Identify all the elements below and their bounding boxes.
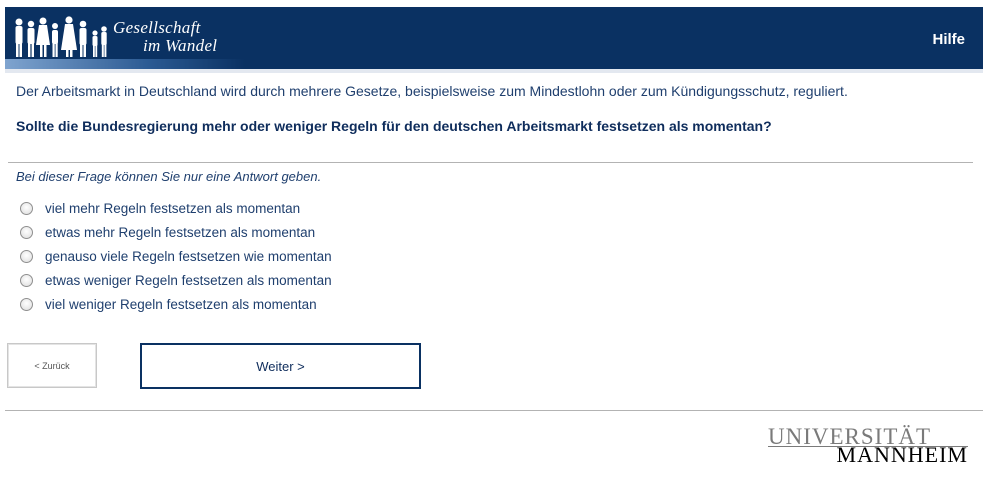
logo-text: Gesellschaft im Wandel — [113, 19, 217, 55]
footer-divider — [5, 410, 983, 411]
university-logo: UNIVERSITÄT MANNHEIM — [768, 424, 968, 468]
divider — [8, 162, 973, 163]
answer-option-label: viel weniger Regeln festsetzen als momen… — [45, 296, 317, 312]
answer-option-label: etwas weniger Regeln festsetzen als mome… — [45, 272, 332, 288]
answer-hint: Bei dieser Frage können Sie nur eine Ant… — [16, 169, 322, 184]
answer-option[interactable]: viel weniger Regeln festsetzen als momen… — [18, 292, 332, 316]
answer-option[interactable]: etwas mehr Regeln festsetzen als momenta… — [18, 220, 332, 244]
intro-text: Der Arbeitsmarkt in Deutschland wird dur… — [16, 83, 848, 99]
answer-option[interactable]: viel mehr Regeln festsetzen als momentan — [18, 196, 332, 220]
logo: Gesellschaft im Wandel — [5, 7, 245, 69]
question-text: Sollte die Bundesregierung mehr oder wen… — [16, 118, 772, 134]
help-link[interactable]: Hilfe — [932, 31, 965, 48]
logo-line-2: im Wandel — [143, 36, 218, 55]
answer-option-label: genauso viele Regeln festsetzen wie mome… — [45, 248, 332, 264]
back-button[interactable]: < Zurück — [7, 343, 97, 388]
people-silhouette-icon — [15, 16, 107, 57]
radio-button[interactable] — [20, 273, 33, 287]
university-logo-line-2: MANNHEIM — [836, 442, 968, 467]
header-divider — [5, 69, 983, 73]
answer-option[interactable]: genauso viele Regeln festsetzen wie mome… — [18, 244, 332, 268]
next-button[interactable]: Weiter > — [140, 343, 421, 389]
radio-button[interactable] — [20, 201, 33, 215]
radio-button[interactable] — [20, 225, 33, 239]
answer-option-label: etwas mehr Regeln festsetzen als momenta… — [45, 224, 316, 240]
radio-button[interactable] — [20, 249, 33, 263]
site-header: Gesellschaft im Wandel Hilfe — [5, 7, 983, 69]
answer-options: viel mehr Regeln festsetzen als momentan… — [18, 196, 332, 316]
radio-button[interactable] — [20, 297, 33, 311]
answer-option-label: viel mehr Regeln festsetzen als momentan — [45, 200, 301, 216]
logo-line-1: Gesellschaft — [113, 18, 201, 37]
answer-option[interactable]: etwas weniger Regeln festsetzen als mome… — [18, 268, 332, 292]
